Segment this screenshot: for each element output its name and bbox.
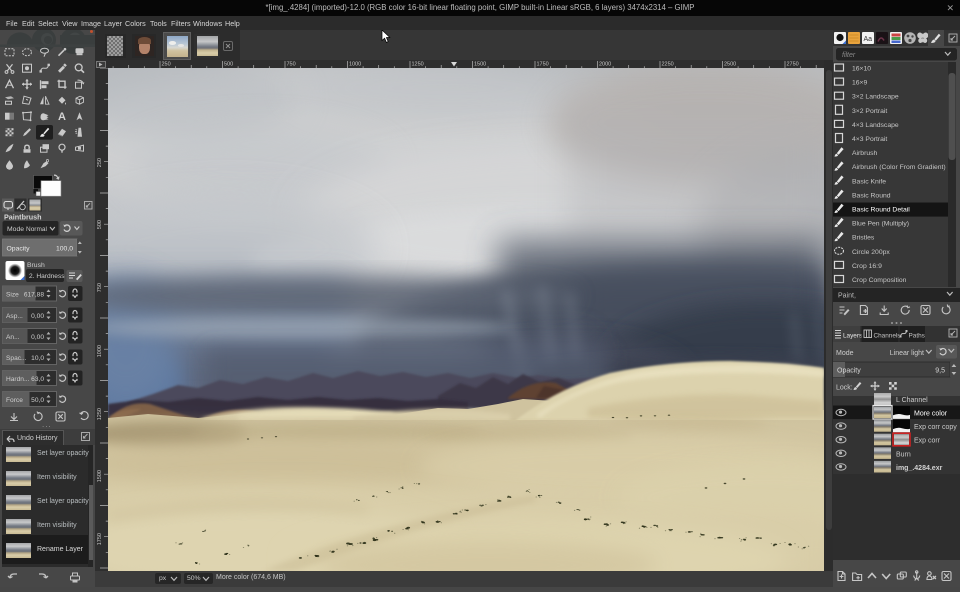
svg-text:1250: 1250 bbox=[412, 62, 424, 68]
svg-text:2250: 2250 bbox=[662, 62, 674, 68]
svg-text:Size: Size bbox=[6, 292, 19, 299]
svg-text:Exp corr copy: Exp corr copy bbox=[914, 424, 957, 431]
svg-text:3×2 Portrait: 3×2 Portrait bbox=[852, 108, 887, 115]
svg-text:1250: 1250 bbox=[97, 408, 103, 420]
svg-text:More color: More color bbox=[914, 411, 948, 418]
svg-text:9,5: 9,5 bbox=[935, 368, 945, 375]
svg-text:Basic Round Detail: Basic Round Detail bbox=[852, 207, 910, 214]
svg-text:Basic Round: Basic Round bbox=[852, 192, 891, 199]
svg-text:filter: filter bbox=[842, 52, 856, 59]
svg-text:Layers: Layers bbox=[843, 333, 862, 340]
svg-text:250: 250 bbox=[97, 158, 103, 167]
svg-text:16×9: 16×9 bbox=[852, 80, 868, 87]
svg-text:Crop 16:9: Crop 16:9 bbox=[852, 263, 882, 270]
svg-text:Paths: Paths bbox=[909, 333, 925, 340]
svg-text:Blue Pen (Multiply): Blue Pen (Multiply) bbox=[852, 221, 909, 228]
svg-text:Exp corr: Exp corr bbox=[914, 438, 941, 445]
svg-text:100,0: 100,0 bbox=[56, 246, 73, 253]
svg-text:750: 750 bbox=[287, 62, 296, 68]
svg-text:Paintbrush: Paintbrush bbox=[4, 213, 42, 222]
svg-text:1000: 1000 bbox=[349, 62, 361, 68]
svg-text:1750: 1750 bbox=[97, 533, 103, 545]
svg-text:Hardn...: Hardn... bbox=[6, 376, 30, 383]
svg-text:1500: 1500 bbox=[97, 470, 103, 482]
svg-text:Lock:: Lock: bbox=[836, 385, 853, 392]
svg-text:50,0: 50,0 bbox=[31, 397, 44, 404]
svg-text:An...: An... bbox=[6, 334, 20, 341]
svg-text:Basic Knife: Basic Knife bbox=[852, 178, 886, 185]
svg-text:3×2 Landscape: 3×2 Landscape bbox=[852, 94, 899, 101]
svg-text:0,00: 0,00 bbox=[31, 334, 44, 341]
svg-text:Burn: Burn bbox=[896, 451, 911, 458]
svg-text:Spac...: Spac... bbox=[6, 355, 27, 362]
svg-text:63,0: 63,0 bbox=[31, 376, 44, 383]
svg-text:Opacity: Opacity bbox=[7, 246, 31, 253]
svg-text:16×10: 16×10 bbox=[852, 66, 871, 73]
svg-text:250: 250 bbox=[162, 62, 171, 68]
svg-text:Bristles: Bristles bbox=[852, 235, 875, 242]
svg-text:617,88: 617,88 bbox=[24, 292, 45, 299]
svg-text:10,0: 10,0 bbox=[31, 355, 44, 362]
svg-text:Crop Composition: Crop Composition bbox=[852, 277, 907, 284]
svg-text:4×3 Portrait: 4×3 Portrait bbox=[852, 136, 887, 143]
svg-text:Mode: Mode bbox=[7, 226, 24, 233]
svg-text:L Channel: L Channel bbox=[896, 397, 928, 404]
svg-text:2. Hardness 0: 2. Hardness 0 bbox=[29, 273, 70, 280]
svg-text:Brush: Brush bbox=[27, 262, 45, 269]
svg-text:img_.4284.exr: img_.4284.exr bbox=[896, 465, 943, 472]
svg-text:1500: 1500 bbox=[474, 62, 486, 68]
svg-text:2000: 2000 bbox=[599, 62, 611, 68]
svg-text:0,00: 0,00 bbox=[31, 313, 44, 320]
svg-text:2750: 2750 bbox=[787, 62, 799, 68]
svg-text:500: 500 bbox=[97, 220, 103, 229]
svg-text:Opacity: Opacity bbox=[837, 368, 861, 375]
svg-text:Normal: Normal bbox=[26, 226, 48, 233]
svg-text:Airbrush (Color From Gradient): Airbrush (Color From Gradient) bbox=[852, 164, 946, 171]
svg-text:500: 500 bbox=[224, 62, 233, 68]
svg-text:4×3 Landscape: 4×3 Landscape bbox=[852, 122, 899, 129]
svg-text:Channels: Channels bbox=[874, 333, 901, 340]
svg-text:1000: 1000 bbox=[97, 345, 103, 357]
svg-text:Asp...: Asp... bbox=[6, 313, 23, 320]
svg-text:1750: 1750 bbox=[537, 62, 549, 68]
svg-text:750: 750 bbox=[97, 283, 103, 292]
svg-text:Linear light: Linear light bbox=[890, 350, 924, 357]
svg-text:Mode: Mode bbox=[836, 350, 854, 357]
svg-text:Force: Force bbox=[6, 397, 23, 404]
svg-text:Aa: Aa bbox=[864, 36, 873, 43]
svg-text:2500: 2500 bbox=[724, 62, 736, 68]
svg-text:Circle 200px: Circle 200px bbox=[852, 249, 890, 256]
svg-text:Paint,: Paint, bbox=[838, 293, 856, 300]
svg-text:Airbrush: Airbrush bbox=[852, 150, 878, 157]
